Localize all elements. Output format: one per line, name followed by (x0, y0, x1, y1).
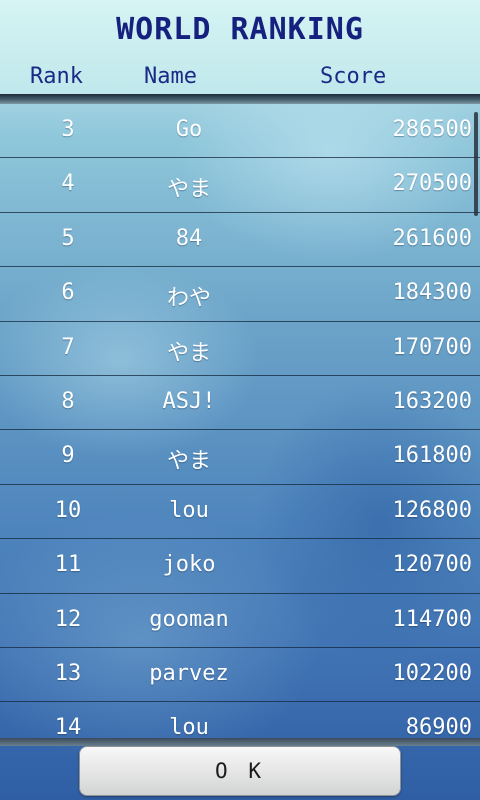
player-name-cell: わや (166, 286, 211, 312)
rank-cell: 8 (61, 388, 75, 414)
score-cell: 163200 (392, 388, 472, 414)
player-name-cell: 84 (175, 225, 203, 251)
score-cell: 170700 (392, 334, 472, 360)
rank-cell: 12 (54, 606, 82, 632)
rank-cell: 4 (61, 171, 75, 197)
list-scrollbar[interactable] (474, 112, 478, 216)
score-cell: 126800 (392, 497, 472, 523)
ok-button[interactable]: O K (79, 746, 401, 796)
player-name-cell: lou (169, 715, 209, 740)
score-cell: 120700 (392, 552, 472, 578)
column-header-rank: Rank (30, 64, 83, 89)
rank-cell: 9 (61, 443, 75, 469)
score-cell: 261600 (392, 225, 472, 251)
score-cell: 102200 (392, 660, 472, 686)
player-name-cell: やま (166, 177, 211, 203)
player-name-cell: やま (166, 449, 211, 475)
score-cell: 270500 (392, 171, 472, 197)
score-cell: 86900 (405, 715, 472, 740)
score-cell: 114700 (392, 606, 472, 632)
page-title: WORLD RANKING (116, 12, 364, 47)
rank-cell: 10 (54, 497, 82, 523)
rank-cell: 3 (61, 117, 75, 142)
ranking-row: 8 ASJ! 163200 (0, 376, 480, 431)
footer-bar: O K (0, 744, 480, 800)
player-name-cell: Go (175, 117, 203, 142)
rank-cell: 11 (54, 552, 82, 578)
ranking-row: 3 Go 286500 (0, 104, 480, 159)
ranking-header: WORLD RANKING Rank Name Score (0, 0, 480, 96)
column-header-score: Score (320, 64, 387, 89)
ranking-row: 10 lou 126800 (0, 485, 480, 540)
ranking-row: 4 やま 270500 (0, 158, 480, 213)
ranking-row: 14 lou 86900 (0, 702, 480, 740)
ranking-row: 7 やま 170700 (0, 322, 480, 376)
rank-cell: 6 (61, 280, 75, 306)
player-name-cell: parvez (149, 660, 229, 686)
ranking-list[interactable]: 3 Go 286500 4 やま 270500 5 84 261600 6 わや… (0, 104, 480, 740)
ranking-row: 11 joko 120700 (0, 539, 480, 594)
player-name-cell: ASJ! (162, 388, 216, 414)
rank-cell: 7 (61, 334, 75, 360)
score-cell: 184300 (392, 280, 472, 306)
rank-cell: 13 (54, 660, 82, 686)
column-header-name: Name (144, 64, 197, 89)
rank-cell: 5 (61, 225, 75, 251)
header-divider (0, 94, 480, 104)
rank-cell: 14 (54, 715, 82, 740)
score-cell: 161800 (392, 443, 472, 469)
score-cell: 286500 (392, 117, 472, 142)
ranking-row: 5 84 261600 (0, 213, 480, 268)
ranking-row: 9 やま 161800 (0, 430, 480, 485)
ranking-row: 13 parvez 102200 (0, 648, 480, 703)
player-name-cell: lou (169, 497, 209, 523)
ranking-row: 12 gooman 114700 (0, 594, 480, 648)
player-name-cell: やま (166, 340, 211, 366)
ranking-row: 6 わや 184300 (0, 267, 480, 322)
player-name-cell: gooman (149, 606, 229, 632)
player-name-cell: joko (162, 552, 216, 578)
